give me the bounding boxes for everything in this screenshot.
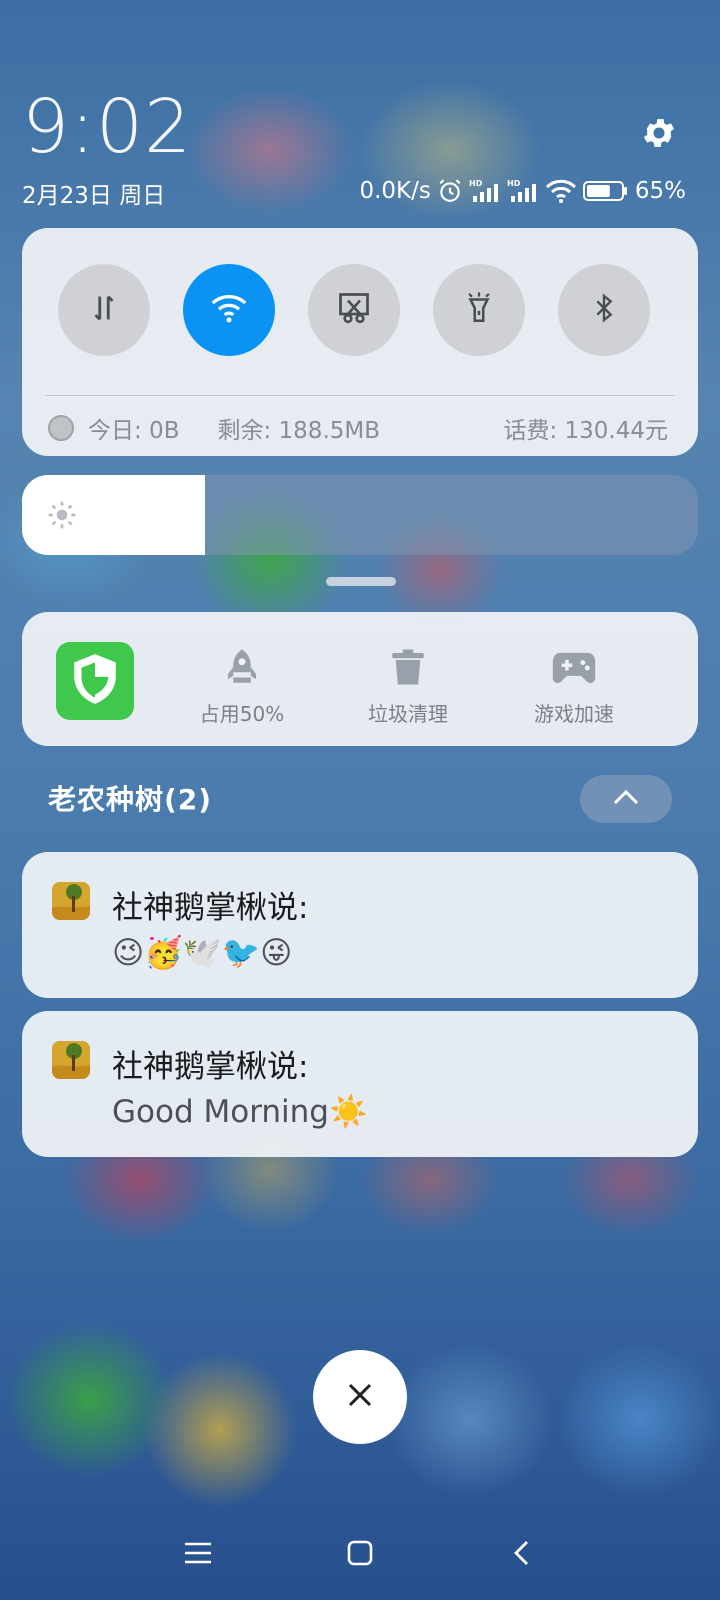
rocket-icon (221, 646, 263, 688)
security-app-button[interactable] (56, 642, 134, 720)
divider (45, 395, 675, 396)
navigation-bar (0, 1525, 720, 1585)
home-button[interactable] (340, 1537, 380, 1573)
status-bar: 0.0K/s HD HD 65% (359, 174, 686, 208)
brightness-slider[interactable] (22, 475, 698, 555)
data-arrows-icon (87, 291, 121, 329)
screenshot-scissors-icon (336, 290, 372, 330)
notification-message: 😉🥳🕊️🐦😜 (112, 935, 293, 971)
back-button[interactable] (502, 1537, 542, 1573)
mobile-data-toggle[interactable] (58, 264, 150, 356)
bluetooth-toggle[interactable] (558, 264, 650, 356)
clear-all-button[interactable] (313, 1350, 407, 1444)
clock-time: 9:02 (22, 84, 193, 170)
network-speed: 0.0K/s (359, 178, 431, 204)
app-avatar (52, 1041, 90, 1079)
data-today: 今日: 0B (88, 418, 180, 444)
drag-handle[interactable] (326, 577, 396, 586)
date-label: 2月23日 周日 (22, 183, 166, 209)
bluetooth-icon (588, 291, 620, 329)
notification-group-title: 老农种树(2) (48, 783, 213, 816)
battery-icon (582, 179, 629, 203)
junk-cleanup-label: 垃圾清理 (368, 702, 448, 726)
data-usage-dot (48, 415, 74, 441)
brightness-sun-icon (46, 499, 78, 535)
wifi-status-icon (545, 178, 577, 204)
menu-button[interactable] (178, 1537, 218, 1573)
notification-card[interactable]: 社神鹅掌楸说: Good Morning☀️ (22, 1011, 698, 1157)
hd-signal-icon-2: HD (507, 178, 539, 204)
notification-sender: 社神鹅掌楸说: (112, 1049, 309, 1085)
game-boost-label: 游戏加速 (534, 702, 614, 726)
notification-card[interactable]: 社神鹅掌楸说: 😉🥳🕊️🐦😜 (22, 852, 698, 998)
notification-sender: 社神鹅掌楸说: (112, 890, 309, 926)
chevron-up-icon (612, 788, 640, 810)
hd-signal-icon: HD (469, 178, 501, 204)
gamepad-icon (551, 646, 597, 688)
menu-icon (183, 1540, 213, 1570)
memory-boost-button[interactable]: 占用50% (182, 646, 302, 727)
memory-usage-label: 占用50% (199, 702, 285, 726)
settings-gear-icon[interactable] (640, 114, 678, 152)
back-chevron-icon (511, 1539, 533, 1571)
svg-text:HD: HD (469, 179, 483, 188)
svg-text:HD: HD (507, 179, 521, 188)
phone-balance: 话费: 130.44元 (503, 418, 668, 444)
close-icon (346, 1381, 374, 1413)
tools-panel: 占用50% 垃圾清理 游戏加速 (22, 612, 698, 746)
trash-icon (387, 646, 429, 688)
data-remaining: 剩余: 188.5MB (217, 418, 381, 444)
screenshot-toggle[interactable] (308, 264, 400, 356)
flashlight-toggle[interactable] (433, 264, 525, 356)
app-avatar (52, 882, 90, 920)
battery-percent: 65% (634, 178, 686, 204)
game-boost-button[interactable]: 游戏加速 (514, 646, 634, 727)
quick-settings-panel: 今日: 0B 剩余: 188.5MB 话费: 130.44元 (22, 228, 698, 456)
wifi-icon (209, 291, 249, 329)
security-shield-icon (70, 652, 120, 710)
data-usage-row[interactable]: 今日: 0B 剩余: 188.5MB 话费: 130.44元 (48, 406, 668, 450)
collapse-group-button[interactable] (580, 775, 672, 823)
flashlight-icon (462, 290, 496, 330)
notification-message: Good Morning☀️ (112, 1094, 368, 1130)
junk-cleanup-button[interactable]: 垃圾清理 (348, 646, 468, 727)
wifi-toggle[interactable] (183, 264, 275, 356)
alarm-icon (437, 178, 463, 204)
home-square-icon (346, 1539, 374, 1571)
